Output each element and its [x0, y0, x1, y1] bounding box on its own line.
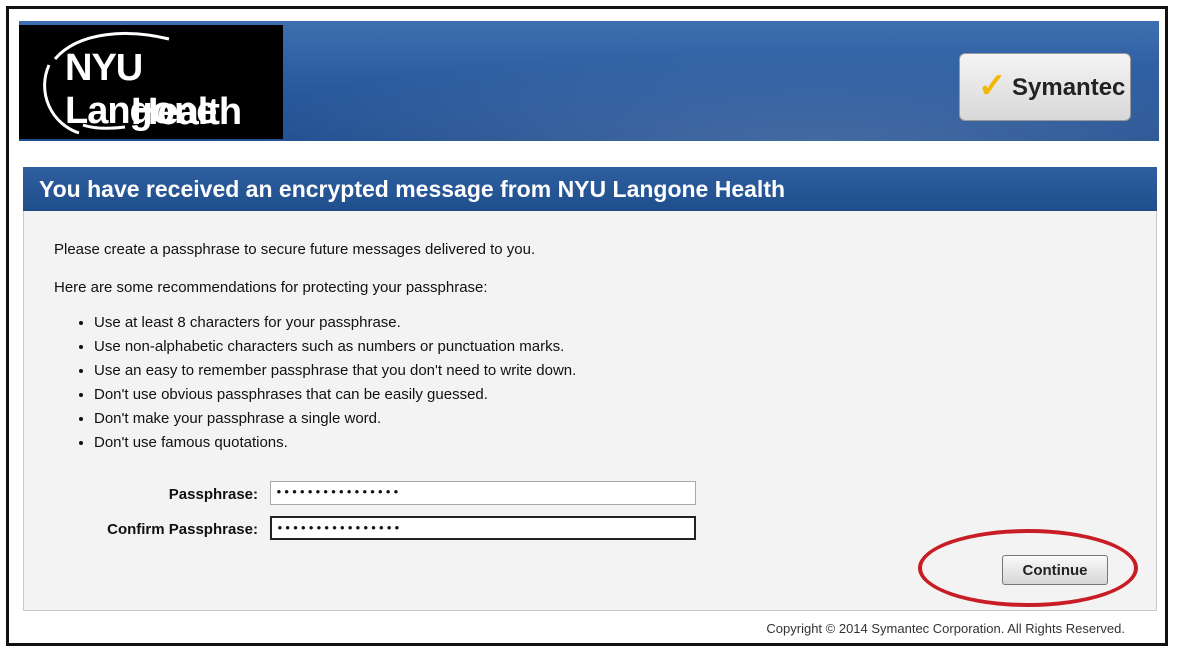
header-banner: NYU Langone Health ✓ Symantec	[19, 21, 1159, 141]
logo-text-line2: Health	[131, 91, 242, 133]
symantec-badge-text: Symantec	[1012, 74, 1126, 101]
list-item: Don't use famous quotations.	[94, 431, 576, 455]
confirm-passphrase-field[interactable]: ••••••••••••••••	[270, 516, 696, 540]
message-title-bar: You have received an encrypted message f…	[23, 167, 1157, 211]
copyright-footer: Copyright © 2014 Symantec Corporation. A…	[766, 621, 1125, 636]
symantec-badge: ✓ Symantec	[959, 53, 1131, 121]
recommendations-intro: Here are some recommendations for protec…	[54, 279, 488, 296]
nyu-langone-logo: NYU Langone Health	[19, 25, 283, 139]
list-item: Use non-alphabetic characters such as nu…	[94, 335, 576, 359]
page-title: You have received an encrypted message f…	[39, 176, 786, 202]
passphrase-label: Passphrase:	[168, 486, 258, 503]
recommendations-list: Use at least 8 characters for your passp…	[76, 311, 576, 455]
confirm-passphrase-label: Confirm Passphrase:	[107, 521, 258, 538]
checkmark-icon: ✓	[978, 67, 1007, 105]
list-item: Don't make your passphrase a single word…	[94, 407, 576, 431]
list-item: Don't use obvious passphrases that can b…	[94, 383, 576, 407]
intro-text: Please create a passphrase to secure fut…	[54, 241, 536, 258]
continue-button[interactable]: Continue	[1002, 555, 1108, 585]
continue-area: Continue	[918, 529, 1158, 613]
email-frame: NYU Langone Health ✓ Symantec You have r…	[6, 6, 1168, 646]
list-item: Use at least 8 characters for your passp…	[94, 311, 576, 335]
list-item: Use an easy to remember passphrase that …	[94, 359, 576, 383]
passphrase-field[interactable]: ••••••••••••••••	[270, 481, 696, 505]
passphrase-panel: Please create a passphrase to secure fut…	[23, 211, 1157, 611]
